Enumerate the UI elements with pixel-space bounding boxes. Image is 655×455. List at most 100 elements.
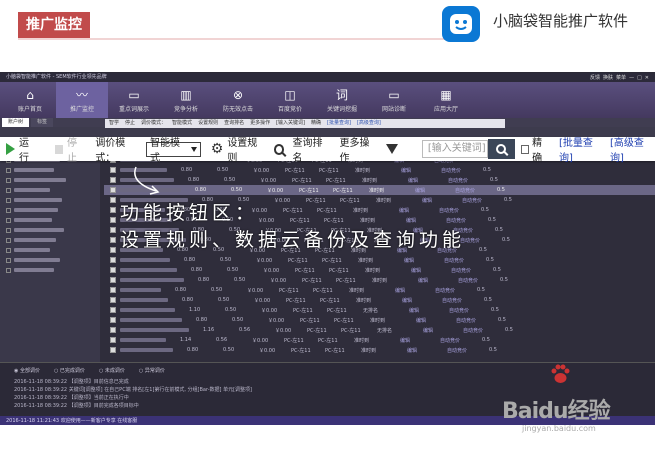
table-cell-c7[interactable]: 编辑	[400, 337, 440, 344]
nav-item-8[interactable]: ▦ 应用大厅	[420, 82, 472, 118]
mini-toolbar-item[interactable]: 智能模式	[172, 119, 192, 128]
table-row[interactable]: 1.14 0.56 ￥0.00 PC-左11 PC-左11 准时到 编辑 自动竞价 0.5	[104, 335, 655, 345]
table-cell-c7[interactable]: 编辑	[407, 347, 447, 354]
menu-button[interactable]: 菜单	[616, 74, 626, 83]
row-checkbox[interactable]	[110, 327, 116, 333]
table-row[interactable]: 0.80 0.50 ￥0.00 PC-左11 PC-左11 准时到 编辑自动竞价0.5	[104, 175, 655, 185]
nav-item-6[interactable]: 词关键词挖掘	[316, 82, 368, 118]
run-button[interactable]: 运行	[0, 134, 37, 164]
row-checkbox[interactable]	[110, 317, 116, 323]
tab-account-tree[interactable]: 账户树	[2, 118, 30, 127]
table-cell-c7[interactable]: 编辑	[408, 177, 448, 184]
query-rank-button[interactable]: 查询排名	[274, 134, 330, 164]
mini-toolbar-item[interactable]: [高级查询]	[357, 119, 381, 128]
row-checkbox[interactable]	[110, 177, 116, 183]
nav-item-0[interactable]: ⌂ 账户首页	[4, 82, 56, 118]
table-row[interactable]: 0.80 0.50 ￥0.00 PC-左11 PC-左11 准时到 编辑自动竞价0.5	[104, 165, 655, 175]
row-checkbox[interactable]	[110, 217, 116, 223]
nav-item-3[interactable]: ▥ 竞争分析	[160, 82, 212, 118]
table-cell-c7[interactable]: 编辑	[418, 277, 458, 284]
mini-toolbar-item[interactable]: [输入关键词]	[276, 119, 305, 128]
table-cell-c8[interactable]: 自动竞价	[444, 257, 486, 264]
mini-toolbar-item[interactable]: 调价模式：	[141, 119, 166, 128]
table-cell-c7[interactable]: 编辑	[411, 267, 451, 274]
tree-node[interactable]	[0, 265, 100, 275]
row-checkbox[interactable]	[110, 237, 116, 243]
table-row[interactable]: 0.80 0.50 ￥0.00 PC-左11 PC-左11 准时到 编辑自动竞价0.5	[104, 345, 655, 355]
table-cell-c7[interactable]: 编辑	[395, 287, 435, 294]
table-row[interactable]: 0.80 0.50 ￥0.00 PC-左11 PC-左11 准时到 编辑自动竞价0.5	[104, 295, 655, 305]
radio-undone[interactable]: ○ 未成调价	[99, 367, 125, 374]
nav-item-5[interactable]: ◫ 百度竞价	[264, 82, 316, 118]
table-row[interactable]: 0.80 0.50 ￥0.00 PC-左11 PC-左11 准时到 编辑自动竞价0.5	[104, 255, 655, 265]
table-row[interactable]: 0.80 0.50 ￥0.00 PC-左11 PC-左11 准时到 编辑自动竞价0.5	[104, 275, 655, 285]
set-rules-button[interactable]: ⚙ 设置规则	[211, 134, 264, 164]
row-checkbox[interactable]	[110, 307, 116, 313]
nav-item-1[interactable]: 〰推广监控	[56, 82, 108, 118]
table-row[interactable]: 0.80 0.50 ￥0.00 PC-左11 PC-左11 准时到 编辑自动竞价0.5	[104, 285, 655, 295]
more-ops-button[interactable]: 更多操作	[340, 134, 398, 164]
table-cell-c7[interactable]: 编辑	[409, 307, 449, 314]
bid-mode-select[interactable]: 智能模式	[146, 138, 201, 164]
tree-node[interactable]	[0, 235, 100, 245]
tree-node[interactable]	[0, 245, 100, 255]
table-cell-c7[interactable]: 编辑	[402, 297, 442, 304]
row-checkbox[interactable]	[110, 287, 116, 293]
keyword-input[interactable]: [输入关键词]	[421, 140, 489, 158]
row-checkbox[interactable]	[110, 187, 116, 193]
table-row[interactable]: 1.10 0.50 ￥0.00 PC-左11 PC-左11 无排名 编辑 自动竞价 0.5	[104, 305, 655, 315]
tree-node[interactable]	[0, 165, 100, 175]
radio-error[interactable]: ○ 异常调价	[139, 367, 165, 374]
table-cell-c8[interactable]: 自动竞价	[435, 287, 477, 294]
nav-item-4[interactable]: ⊗ 防无效点击	[212, 82, 264, 118]
skin-button[interactable]: 换肤	[603, 74, 613, 83]
tree-node[interactable]	[0, 195, 100, 205]
batch-query-link[interactable]: [批量查询]	[559, 134, 604, 164]
tree-node[interactable]	[0, 255, 100, 265]
mini-toolbar-item[interactable]: [批量查询]	[327, 119, 351, 128]
table-cell-c7[interactable]: 编辑	[416, 317, 456, 324]
row-checkbox[interactable]	[110, 267, 116, 273]
tree-node[interactable]	[0, 215, 100, 225]
stop-button[interactable]: 停止	[47, 134, 86, 164]
table-cell-c7[interactable]: 编辑	[404, 257, 444, 264]
mini-toolbar-item[interactable]: 智学	[109, 119, 119, 128]
radio-done[interactable]: ○ 已完成调价	[54, 367, 85, 374]
tree-node[interactable]	[0, 205, 100, 215]
row-checkbox[interactable]	[110, 297, 116, 303]
table-cell-c7[interactable]: 编辑	[415, 187, 455, 194]
row-checkbox[interactable]	[110, 167, 116, 173]
mini-toolbar-item[interactable]: 更多操作	[250, 119, 270, 128]
table-cell-c8[interactable]: 自动竞价	[458, 277, 500, 284]
nav-item-2[interactable]: ▭ 重点词展示	[108, 82, 160, 118]
tree-node[interactable]	[0, 175, 100, 185]
row-checkbox[interactable]	[110, 207, 116, 213]
mini-toolbar-item[interactable]: 查询排名	[224, 119, 244, 128]
nav-item-7[interactable]: ▭ 网站诊断	[368, 82, 420, 118]
table-cell-c8[interactable]: 自动竞价	[455, 187, 497, 194]
table-row[interactable]: 1.16 0.56 ￥0.00 PC-左11 PC-左11 无排名 编辑 自动竞价 0.5	[104, 325, 655, 335]
table-row[interactable]: 0.80 0.50 ￥0.00 PC-左11 PC-左11 准时到 编辑自动竞价0.5	[104, 315, 655, 325]
table-row[interactable]: 0.80 0.50 ￥0.00 PC-左11 PC-左11 准时到 编辑自动竞价0.5	[104, 265, 655, 275]
search-button[interactable]	[488, 139, 515, 159]
table-cell-c8[interactable]: 自动竞价	[462, 197, 504, 204]
maximize-button[interactable]: □	[637, 74, 642, 83]
table-cell-c8[interactable]: 自动竞价	[449, 307, 491, 314]
exact-checkbox[interactable]	[520, 144, 530, 154]
table-cell-c8[interactable]: 自动竞价	[441, 167, 483, 174]
table-cell-c8[interactable]: 自动竞价	[463, 327, 505, 334]
table-cell-c8[interactable]: 自动竞价	[448, 177, 490, 184]
table-cell-c7[interactable]: 编辑	[423, 327, 463, 334]
row-checkbox[interactable]	[110, 347, 116, 353]
table-cell-c8[interactable]: 自动竞价	[447, 347, 489, 354]
advanced-query-link[interactable]: [高级查询]	[610, 134, 655, 164]
radio-all[interactable]: ◉ 全部调价	[14, 367, 40, 374]
tree-node[interactable]	[0, 225, 100, 235]
table-cell-c8[interactable]: 自动竞价	[440, 337, 482, 344]
row-checkbox[interactable]	[110, 277, 116, 283]
table-cell-c8[interactable]: 自动竞价	[460, 237, 502, 244]
minimize-button[interactable]: —	[629, 74, 634, 83]
mini-toolbar-item[interactable]: 设置规则	[198, 119, 218, 128]
tree-node[interactable]	[0, 185, 100, 195]
table-cell-c8[interactable]: 自动竞价	[442, 297, 484, 304]
